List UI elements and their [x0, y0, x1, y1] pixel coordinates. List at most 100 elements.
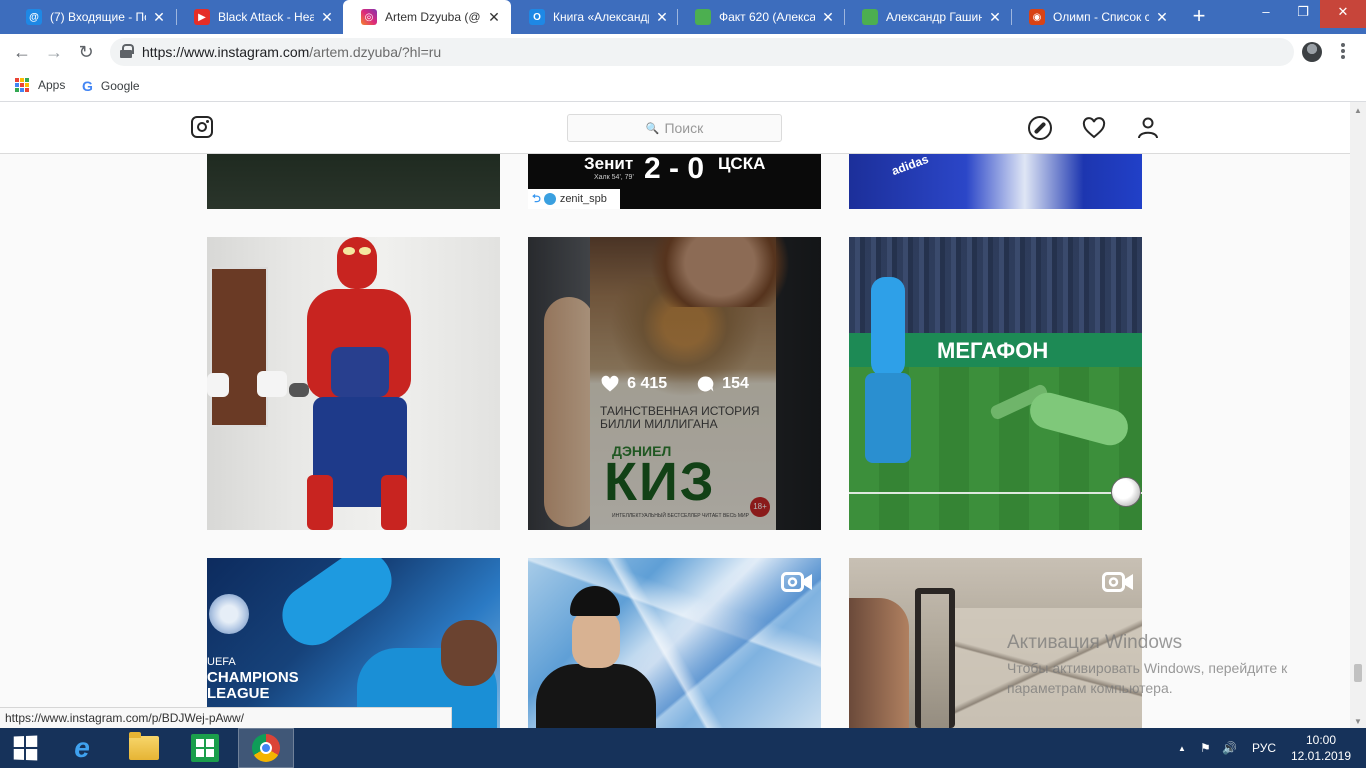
- sheet-favicon-icon: [695, 9, 711, 25]
- search-icon: 🔍: [645, 122, 660, 135]
- score-away-team: ЦСКА: [718, 154, 766, 173]
- score-detail: Халк 54', 79': [594, 174, 634, 181]
- photo-spiderman-costume: [289, 237, 411, 530]
- store-icon: [191, 734, 219, 762]
- internet-explorer-icon: e: [74, 732, 90, 763]
- chrome-icon: [252, 734, 280, 762]
- photo-man: [536, 586, 656, 728]
- instagram-logo-icon[interactable]: [191, 116, 213, 138]
- close-tab-icon[interactable]: ✕: [320, 9, 334, 26]
- likes-count: 6 415: [627, 374, 668, 392]
- bookmarks-bar: Apps G Google: [0, 70, 1366, 102]
- taskbar-chrome[interactable]: [238, 728, 294, 768]
- bookmark-label: Apps: [38, 78, 66, 92]
- lock-icon[interactable]: [120, 44, 134, 58]
- input-language[interactable]: РУС: [1252, 728, 1276, 768]
- tab-title: (7) Входящие - Поч: [50, 10, 146, 24]
- volume-icon[interactable]: 🔊: [1222, 728, 1237, 768]
- close-tab-icon[interactable]: ✕: [487, 9, 501, 26]
- scroll-down-arrow-icon[interactable]: ▼: [1354, 717, 1362, 726]
- bookmark-google[interactable]: G Google: [82, 78, 140, 94]
- video-camera-icon: [781, 570, 813, 594]
- tab-title: Олимп - Список сп: [1053, 10, 1149, 24]
- post-thumbnail[interactable]: adidas: [849, 154, 1142, 209]
- system-clock[interactable]: 10:00 12.01.2019: [1290, 732, 1352, 764]
- adidas-logo: adidas: [889, 154, 931, 179]
- url-text[interactable]: https://www.instagram.com/artem.dzyuba/?…: [142, 44, 441, 60]
- url-path: /artem.dzyuba/?hl=ru: [309, 44, 442, 60]
- close-tab-icon[interactable]: ✕: [152, 9, 166, 26]
- likes-stat: 6 415: [600, 374, 667, 394]
- repost-tag: ⮌ zenit_spb: [528, 189, 620, 209]
- maximize-button[interactable]: ❐: [1286, 0, 1320, 28]
- tab-book[interactable]: O Книга «Александр ✕: [511, 0, 679, 34]
- score-home-team: Зенит: [584, 154, 634, 173]
- forward-button[interactable]: →: [42, 40, 66, 64]
- post-thumbnail[interactable]: [207, 237, 500, 530]
- taskbar-file-explorer[interactable]: [116, 728, 172, 768]
- tab-title: Александр Гашин: [886, 10, 982, 24]
- new-tab-button[interactable]: +: [1186, 4, 1212, 30]
- close-window-button[interactable]: ✕: [1320, 0, 1366, 28]
- mail-favicon-icon: @: [26, 9, 42, 25]
- photo-player-running: [861, 277, 915, 467]
- minimize-button[interactable]: –: [1246, 0, 1286, 28]
- activity-heart-icon[interactable]: [1082, 116, 1106, 140]
- post-thumbnail[interactable]: UEFA CHAMPIONS LEAGUE: [207, 558, 500, 728]
- post-thumbnail-hovered[interactable]: ТАИНСТВЕННАЯ ИСТОРИЯ БИЛЛИ МИЛЛИГАНА ДЭН…: [528, 237, 821, 530]
- scrollbar-thumb[interactable]: [1354, 664, 1362, 682]
- profile-avatar[interactable]: [1302, 42, 1322, 62]
- close-tab-icon[interactable]: ✕: [988, 9, 1002, 26]
- tab-title: Artem Dzyuba (@ar: [385, 10, 481, 24]
- video-camera-icon: [1102, 570, 1134, 594]
- action-center-flag-icon[interactable]: ⚑: [1200, 728, 1211, 768]
- page-scrollbar[interactable]: ▲ ▼: [1350, 102, 1366, 728]
- ucl-line2: CHAMPIONS: [207, 669, 299, 686]
- post-thumbnail[interactable]: [207, 154, 500, 209]
- reload-button[interactable]: ↻: [74, 40, 98, 64]
- tab-youtube[interactable]: ▶ Black Attack - Hear ✕: [176, 0, 344, 34]
- explore-compass-icon[interactable]: [1028, 116, 1052, 140]
- close-tab-icon[interactable]: ✕: [1155, 9, 1169, 26]
- photo-raised-arm: [270, 558, 404, 657]
- ucl-starball-icon: [209, 594, 249, 634]
- book-favicon-icon: O: [529, 9, 545, 25]
- address-bar[interactable]: https://www.instagram.com/artem.dzyuba/?…: [110, 38, 1294, 66]
- photo-person: [849, 598, 909, 728]
- post-thumbnail[interactable]: [528, 558, 821, 728]
- tab-instagram[interactable]: ◎ Artem Dzyuba (@ar ✕: [343, 0, 511, 34]
- ucl-line3: LEAGUE: [207, 685, 270, 702]
- repost-user: zenit_spb: [559, 193, 607, 205]
- tab-olimp[interactable]: ◉ Олимп - Список сп ✕: [1011, 0, 1179, 34]
- post-hover-overlay[interactable]: 6 415 154: [528, 237, 821, 530]
- olimp-favicon-icon: ◉: [1029, 9, 1045, 25]
- scroll-up-arrow-icon[interactable]: ▲: [1354, 106, 1362, 115]
- tray-overflow-icon[interactable]: ▲: [1178, 728, 1186, 768]
- browser-toolbar: ← → ↻ https://www.instagram.com/artem.dz…: [0, 34, 1366, 70]
- menu-dots-icon[interactable]: [1338, 41, 1348, 63]
- tab-strip: @ (7) Входящие - Поч ✕ ▶ Black Attack - …: [0, 0, 1366, 34]
- banner-text: МЕГАФОН: [937, 338, 1049, 363]
- close-tab-icon[interactable]: ✕: [821, 9, 835, 26]
- watermark-line3: параметрам компьютера.: [1007, 680, 1173, 696]
- close-tab-icon[interactable]: ✕: [655, 9, 669, 26]
- tab-title: Книга «Александр: [553, 10, 649, 24]
- post-thumbnail[interactable]: МЕГАФОН: [849, 237, 1142, 530]
- taskbar-store[interactable]: [177, 728, 233, 768]
- tab-gashin[interactable]: Александр Гашин ✕: [844, 0, 1012, 34]
- tab-fact[interactable]: Факт 620 (Алексан ✕: [677, 0, 845, 34]
- profile-person-icon[interactable]: [1136, 116, 1160, 140]
- start-button[interactable]: [0, 728, 50, 768]
- taskbar-internet-explorer[interactable]: e: [54, 728, 110, 768]
- back-button[interactable]: ←: [10, 40, 34, 64]
- url-host: https://www.instagram.com: [142, 44, 310, 60]
- search-placeholder: Поиск: [664, 120, 704, 136]
- windows-logo-icon: [13, 735, 38, 761]
- post-thumbnail[interactable]: Зенит 2 - 0 ЦСКА Халк 54', 79' ⮌ zenit_s…: [528, 154, 821, 209]
- bookmark-apps[interactable]: Apps: [15, 78, 65, 92]
- repost-icon: ⮌: [532, 192, 541, 205]
- photo-pitch-line: [849, 492, 1142, 494]
- tab-mail[interactable]: @ (7) Входящие - Поч ✕: [8, 0, 176, 34]
- google-icon: G: [82, 78, 93, 94]
- search-input[interactable]: 🔍 Поиск: [567, 114, 782, 142]
